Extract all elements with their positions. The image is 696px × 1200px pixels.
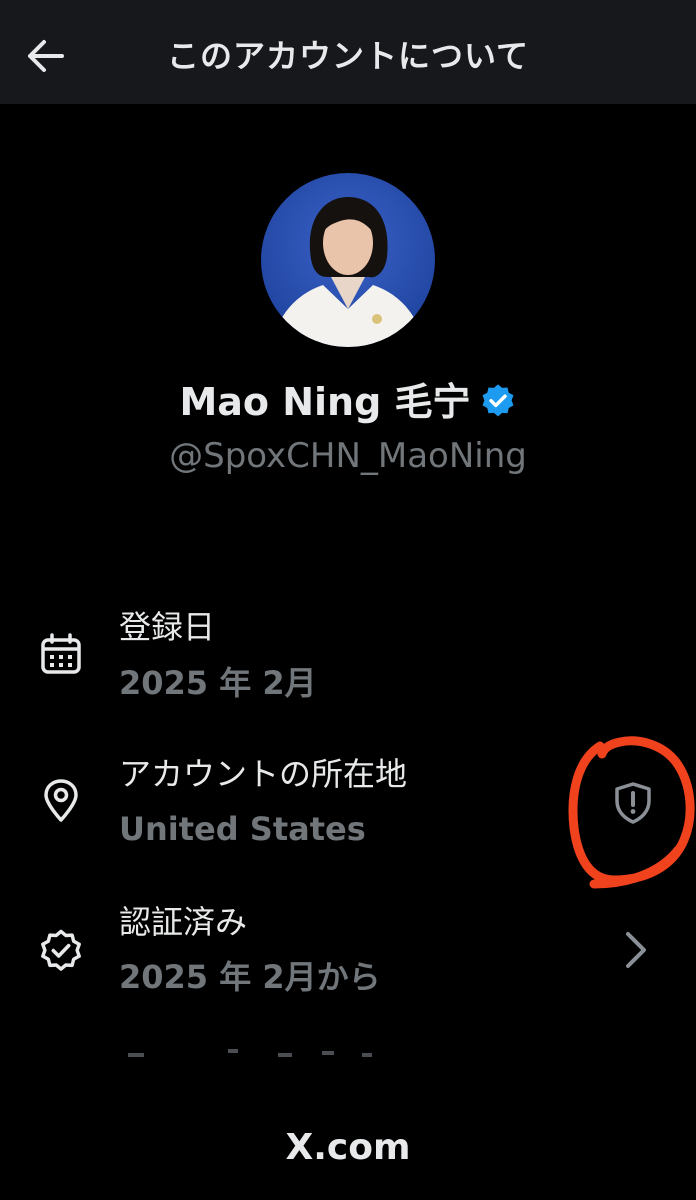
- verified-details-button[interactable]: [616, 928, 656, 972]
- account-location-value: United States: [119, 810, 366, 848]
- profile-handle: @SpoxCHN_MaoNing: [169, 436, 527, 476]
- page-title: このアカウントについて: [166, 37, 530, 75]
- footer-brand: X.com: [285, 1127, 411, 1168]
- profile-name: Mao Ning 毛宁: [179, 380, 471, 424]
- account-location-label: アカウントの所在地: [119, 755, 408, 793]
- chevron-right-icon: [626, 932, 646, 968]
- red-circle-annotation: [560, 730, 696, 900]
- profile-photo: [261, 173, 435, 347]
- verified-value: 2025 年 2月から: [119, 958, 381, 996]
- verified-label: 認証済み: [119, 903, 248, 941]
- profile-name-row: Mao Ning 毛宁: [0, 376, 696, 428]
- joined-value: 2025 年 2月: [119, 664, 317, 702]
- top-app-bar: このアカウントについて: [0, 0, 696, 104]
- avatar[interactable]: [261, 173, 435, 347]
- verified-badge-icon[interactable]: [479, 381, 517, 419]
- location-pin-icon: [38, 778, 84, 824]
- cut-off-row: [100, 1044, 400, 1058]
- joined-label: 登録日: [119, 608, 216, 646]
- calendar-icon: [38, 632, 84, 678]
- verified-outline-icon: [38, 928, 84, 974]
